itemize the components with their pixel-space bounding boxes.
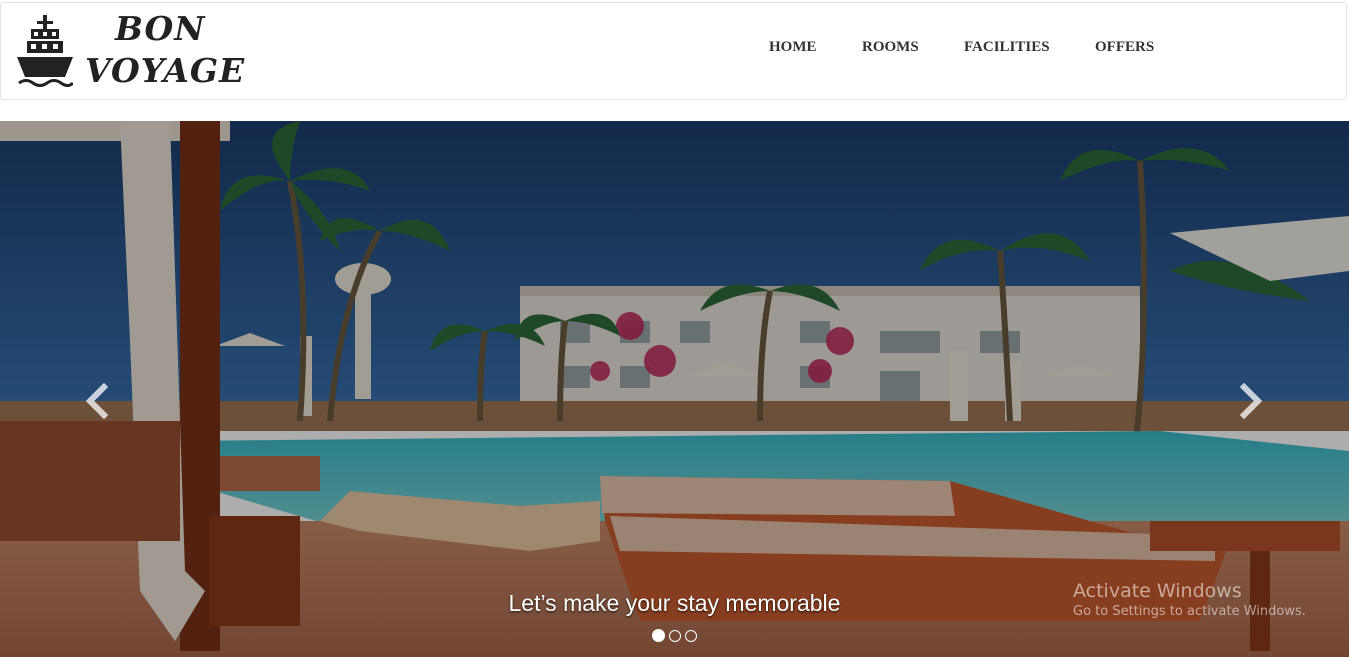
carousel-next-button[interactable] <box>1230 379 1270 423</box>
watermark-subtitle: Go to Settings to activate Windows. <box>1073 604 1306 619</box>
nav-item-rooms[interactable]: ROOMS <box>862 39 919 56</box>
brand-logo-link[interactable]: BON VOYAGE <box>15 9 244 95</box>
resort-pool-slide-image <box>0 121 1349 657</box>
chevron-left-icon <box>85 382 109 420</box>
hero-carousel: Let’s make your stay memorable Activate … <box>0 121 1349 657</box>
carousel-indicator-3[interactable] <box>685 630 697 642</box>
ship-icon <box>17 15 73 87</box>
watermark-title: Activate Windows <box>1073 580 1242 602</box>
nav-item-offers[interactable]: OFFERS <box>1095 39 1154 56</box>
brand-name-line-2: VOYAGE <box>85 51 246 90</box>
carousel-prev-button[interactable] <box>78 379 118 423</box>
top-navbar: BON VOYAGE HOME ROOMS FACILITIES OFFERS <box>0 2 1347 100</box>
carousel-indicator-2[interactable] <box>669 630 681 642</box>
nav-item-facilities[interactable]: FACILITIES <box>964 39 1050 56</box>
carousel-indicators <box>652 629 712 644</box>
nav-item-home[interactable]: HOME <box>769 39 817 56</box>
carousel-indicator-1[interactable] <box>652 629 665 642</box>
brand-name-line-1: BON <box>115 9 206 48</box>
activate-windows-watermark: Activate Windows Go to Settings to activ… <box>1073 579 1306 621</box>
chevron-right-icon <box>1239 382 1263 420</box>
